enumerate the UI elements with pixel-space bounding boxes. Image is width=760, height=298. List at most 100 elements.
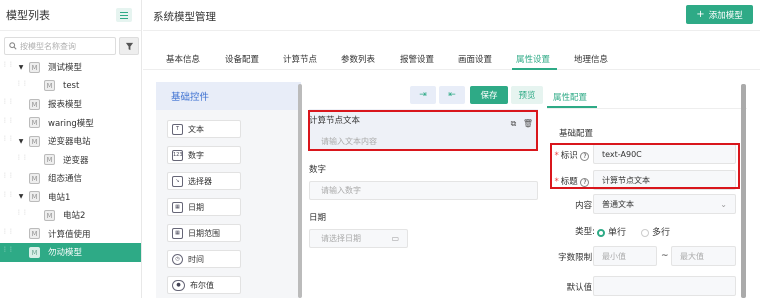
tab-geo-info[interactable]: 地理信息 [574, 53, 608, 65]
prop-row-content: 内容: 普通文本 ⌄ [547, 194, 747, 214]
control-label: 时间 [188, 254, 204, 264]
tab-param-list[interactable]: 参数列表 [341, 53, 375, 65]
control-number[interactable]: 123 数字 [167, 146, 241, 164]
prop-label: 类型: [575, 227, 595, 237]
model-icon: M [29, 246, 40, 258]
drag-handle-icon[interactable]: ⋮⋮ [2, 62, 14, 72]
chevron-down-icon: ⌄ [720, 199, 727, 209]
control-time[interactable]: ◷ 时间 [167, 250, 241, 268]
tree-item-inverter-station[interactable]: ⋮⋮ ▼ M 逆变器电站 [0, 132, 141, 151]
tab-alarm-settings[interactable]: 报警设置 [400, 53, 434, 65]
form-field-date[interactable]: 日期 请选择日期 ▭ [309, 211, 408, 248]
export-icon: ⇤ [448, 90, 456, 100]
palette-scrollbar[interactable] [298, 84, 302, 298]
filter-button[interactable] [119, 37, 139, 55]
add-model-button[interactable]: + 添加模型 [686, 5, 753, 24]
drag-handle-icon[interactable]: ⋮⋮ [2, 228, 14, 239]
import-button[interactable]: ⇥ [410, 86, 436, 104]
control-date-range[interactable]: ▦ 日期范围 [167, 224, 241, 242]
content-select[interactable]: 普通文本 ⌄ [593, 194, 736, 214]
tree-item-label: 组态通信 [48, 174, 83, 185]
tree-item-label: 测试模型 [48, 63, 83, 74]
model-icon: M [29, 172, 40, 184]
control-boolean[interactable]: ● 布尔值 [167, 276, 241, 294]
tree-item-station-2[interactable]: ⋮⋮ M 电站2 [0, 206, 141, 225]
drag-handle-icon[interactable]: ⋮⋮ [16, 154, 28, 165]
page-title: 系统模型管理 [153, 11, 216, 23]
tree-item-label: 勿动模型 [48, 248, 83, 259]
plus-icon: + [696, 9, 705, 20]
expand-arrow-icon[interactable]: ▼ [17, 138, 25, 145]
content-value: 普通文本 [602, 199, 634, 209]
model-icon: M [44, 80, 55, 92]
save-button[interactable]: 保存 [470, 86, 508, 104]
calendar-icon: ▭ [391, 234, 399, 243]
tree-item-station-1[interactable]: ⋮⋮ ▼ M 电站1 [0, 188, 141, 207]
prop-label: 默认值: [566, 283, 595, 293]
date-placeholder: 请选择日期 [321, 234, 361, 243]
tree-item-config-comm[interactable]: ⋮⋮ M 组态通信 [0, 169, 141, 188]
tab-attribute-config[interactable]: 属性配置 [553, 91, 587, 103]
prop-label: 字数限制: [558, 253, 595, 263]
tree-item-report-model[interactable]: ⋮⋮ M 报表模型 [0, 95, 141, 114]
control-text[interactable]: T 文本 [167, 120, 241, 138]
field-input[interactable]: 请输入数字 [309, 181, 538, 200]
number-icon: 123 [172, 149, 183, 161]
tab-calc-nodes[interactable]: 计算节点 [283, 53, 317, 65]
max-input[interactable]: 最大值 [671, 246, 736, 266]
model-icon: M [44, 154, 55, 166]
palette-title: 基础控件 [156, 82, 301, 110]
tree-item-test-model[interactable]: ⋮⋮ ▼ M 测试模型 [0, 58, 141, 77]
control-date[interactable]: ▦ 日期 [167, 198, 241, 216]
search-row: 按模型名称查询 [4, 37, 139, 55]
drag-handle-icon[interactable]: ⋮⋮ [2, 99, 14, 109]
control-label: 日期 [188, 202, 204, 212]
tree-item-label: 报表模型 [48, 100, 83, 111]
drag-handle-icon[interactable]: ⋮⋮ [2, 247, 14, 257]
model-search-input[interactable]: 按模型名称查询 [4, 37, 116, 55]
form-field-number[interactable]: 数字 请输入数字 [309, 163, 538, 200]
preview-button[interactable]: 预览 [511, 86, 543, 104]
drag-handle-icon[interactable]: ⋮⋮ [16, 80, 28, 91]
radio-single[interactable]: 单行 [597, 225, 626, 238]
tree-item-test[interactable]: ⋮⋮ M test [0, 77, 141, 96]
search-icon [9, 42, 17, 50]
select-icon: ↘ [172, 175, 183, 187]
expand-arrow-icon[interactable]: ▼ [17, 193, 25, 200]
model-icon: M [29, 61, 40, 73]
drag-handle-icon[interactable]: ⋮⋮ [16, 210, 28, 220]
expand-arrow-icon[interactable]: ▼ [17, 64, 25, 71]
export-button[interactable]: ⇤ [439, 86, 465, 104]
tab-basic-info[interactable]: 基本信息 [166, 53, 200, 65]
tab-device-config[interactable]: 设备配置 [225, 53, 259, 65]
radio-label: 单行 [608, 228, 627, 238]
tree-item-calc-usage[interactable]: ⋮⋮ M 计算值使用 [0, 225, 141, 244]
drag-handle-icon[interactable]: ⋮⋮ [2, 136, 14, 146]
tree-item-label: waring模型 [48, 118, 94, 129]
collapse-sidebar-button[interactable] [116, 8, 132, 22]
app-root: 模型列表 按模型名称查询 ⋮⋮ ▼ M 测试模型 ⋮⋮ M test ⋮⋮ M … [0, 0, 760, 298]
drag-handle-icon[interactable]: ⋮⋮ [2, 173, 14, 183]
control-label: 选择器 [188, 176, 212, 186]
date-range-icon: ▦ [172, 227, 183, 239]
canvas-toolbar: ⇥ ⇤ 保存 预览 [410, 86, 543, 104]
radio-unchecked-icon [641, 228, 649, 237]
drag-handle-icon[interactable]: ⋮⋮ [2, 191, 14, 202]
default-input[interactable] [593, 276, 736, 296]
field-label: 日期 [309, 213, 327, 223]
tree-item-do-not-touch-model[interactable]: ⋮⋮ M 勿动模型 [0, 243, 141, 262]
active-tab-indicator [512, 68, 557, 70]
menu-icon [120, 11, 128, 19]
drag-handle-icon[interactable]: ⋮⋮ [2, 117, 14, 128]
tree-item-waring-model[interactable]: ⋮⋮ M waring模型 [0, 114, 141, 133]
model-icon: M [44, 209, 55, 221]
min-input[interactable]: 最小值 [593, 246, 657, 266]
tab-attribute-settings[interactable]: 属性设置 [516, 53, 550, 65]
control-select[interactable]: ↘ 选择器 [167, 172, 241, 190]
model-tree: ⋮⋮ ▼ M 测试模型 ⋮⋮ M test ⋮⋮ M 报表模型 ⋮⋮ M war… [0, 58, 141, 262]
field-input[interactable]: 请选择日期 ▭ [309, 229, 408, 248]
props-scrollbar[interactable] [741, 84, 746, 298]
radio-multi[interactable]: 多行 [641, 225, 670, 238]
tree-item-inverter[interactable]: ⋮⋮ M 逆变器 [0, 151, 141, 170]
tab-screen-settings[interactable]: 画面设置 [458, 53, 492, 65]
